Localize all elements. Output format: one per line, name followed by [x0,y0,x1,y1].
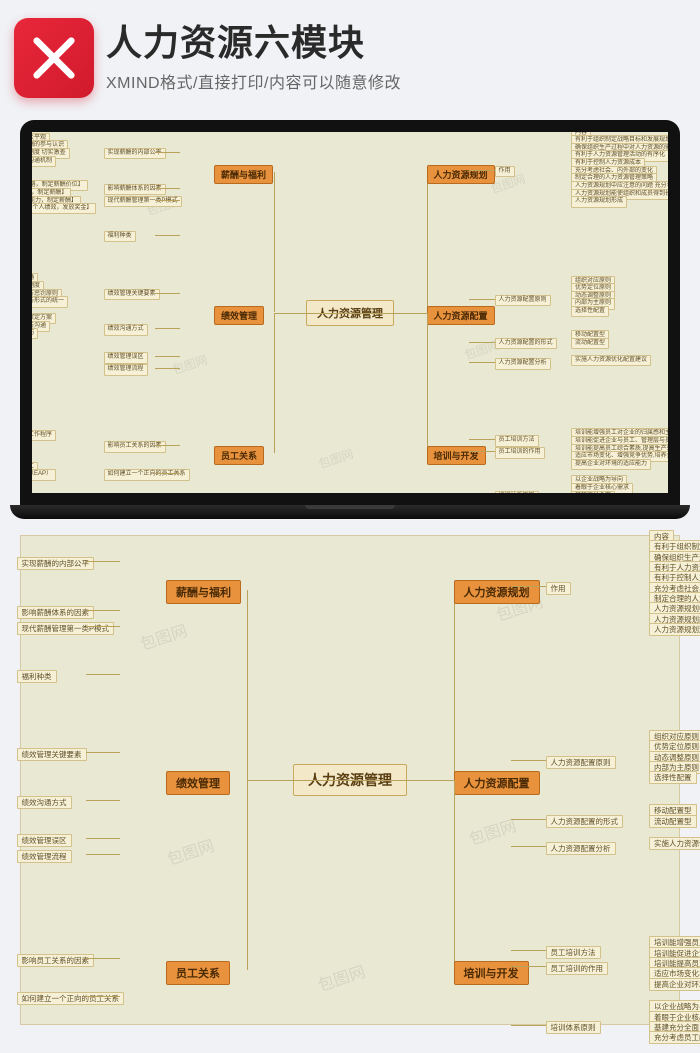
leaf-node: 提高企业对环境的适应能力 [649,978,700,991]
leaf-node: 流动配置型 [571,338,609,349]
watermark: 包图网 [163,832,216,870]
mindmap-small: 包图网包图网包图网包图网包图网人力资源管理薪酬与福利实现薪酬的内部公平建立并宣传… [32,132,668,493]
group-label: 员工培训的作用 [495,447,545,458]
group-label: 实现薪酬的内部公平 [17,557,95,570]
group-label: 培训体系原则 [546,1021,601,1034]
leaf-node: 有效的监督制度和沟通机制 [32,156,56,167]
leaf-node: 制定政策、规则和工作程序 [32,430,56,441]
group-label: 人力资源配置分析 [495,358,551,369]
branch-node: 绩效管理 [214,306,264,325]
leaf-node: 绩效面谈方式、技巧 [32,328,38,339]
group-label: 员工培训方法 [546,946,601,959]
group-label: 绩效管理关键要素 [104,289,160,300]
group-label: 影响员工关系的因素 [104,441,166,452]
group-label: 员工培训方法 [495,435,539,446]
group-label: 绩效管理误区 [104,352,148,363]
xmind-logo [14,18,94,98]
leaf-node: 注重绩效管理内容与形式的统一 [32,296,68,307]
branch-node: 人力资源规划 [454,580,540,604]
group-label: 培训体系原则 [495,491,539,493]
group-label: 如何建立一个正向的员工关系 [104,469,190,480]
page-title: 人力资源六模块 [106,23,686,63]
branch-node: 人力资源配置 [427,306,495,325]
group-label: 员工培训的作用 [546,962,609,975]
leaf-node: 人力资源规划形成 [571,196,627,207]
group-label: 绩效管理流程 [104,364,148,375]
group-label: 现代薪酬管理第一类P模式 [104,196,182,207]
branch-node: 薪酬与福利 [214,165,273,184]
watermark: 包图网 [170,351,209,378]
title-block: 人力资源六模块 XMIND格式/直接打印/内容可以随意修改 [106,23,686,93]
group-label: 绩效管理误区 [17,834,72,847]
laptop-screen: 包图网包图网包图网包图网包图网人力资源管理薪酬与福利实现薪酬的内部公平建立并宣传… [20,120,680,505]
laptop-base [10,505,690,519]
branch-node: 人力资源配置 [454,771,540,795]
group-label: 作用 [495,166,515,177]
group-label: 现代薪酬管理第一类P模式 [17,622,115,635]
branch-node: 绩效管理 [166,771,230,795]
leaf-node: 流动配置型 [649,815,697,828]
group-label: 福利种类 [17,670,57,683]
group-label: 绩效管理流程 [17,850,72,863]
leaf-node: 人力资源规划形成 [649,623,700,636]
watermark: 包图网 [316,445,355,472]
leaf-node: 实施人力资源优化配置建议 [649,837,700,850]
group-label: 绩效沟通方式 [17,796,72,809]
leaf-node: 实施人力资源优化配置建议 [571,355,651,366]
group-label: 人力资源配置的形式 [495,338,557,349]
group-label: 人力资源配置分析 [546,842,616,855]
group-label: 福利种类 [104,231,136,242]
group-label: 人力资源配置的形式 [546,815,624,828]
group-label: 绩效沟通方式 [104,324,148,335]
group-label: 人力资源配置原则 [546,756,616,769]
branch-node: 薪酬与福利 [166,580,241,604]
group-label: 实现薪酬的内部公平 [104,148,166,159]
branch-node: 员工关系 [166,961,230,985]
laptop-preview: 包图网包图网包图网包图网包图网人力资源管理薪酬与福利实现薪酬的内部公平建立并宣传… [20,120,680,519]
leaf-node: 提高企业对环境的适应能力 [571,459,651,470]
header: 人力资源六模块 XMIND格式/直接打印/内容可以随意修改 [0,0,700,110]
mindmap-full: 包图网包图网包图网包图网包图网人力资源管理薪酬与福利实现薪酬的内部公平建立并宣传… [20,535,680,1025]
branch-node: 人力资源规划 [427,165,495,184]
watermark: 包图网 [315,959,368,997]
branch-node: 培训与开发 [454,961,529,985]
leaf-node: Performance【根据个人绩效，发放奖金】 [32,203,96,214]
group-label: 影响员工关系的因素 [17,954,95,967]
group-label: 人力资源配置原则 [495,295,551,306]
leaf-node: 充分考虑员工的自我发展的需要 [649,1031,700,1044]
group-label: 作用 [546,582,571,595]
page-subtitle: XMIND格式/直接打印/内容可以随意修改 [106,69,686,93]
leaf-node: 基建充分全面 [571,491,615,493]
watermark: 包图网 [137,617,190,655]
leaf-node: 选择性配置 [571,306,609,317]
group-label: 绩效管理关键要素 [17,748,87,761]
leaf-node: 选择性配置 [649,771,697,784]
leaf-node: 建立员工帮助计划（EAP） [32,469,56,480]
group-label: 影响薪酬体系的因素 [104,184,166,195]
xmind-icon [31,35,77,81]
group-label: 影响薪酬体系的因素 [17,606,95,619]
group-label: 如何建立一个正向的员工关系 [17,992,125,1005]
branch-node: 员工关系 [214,446,264,465]
branch-node: 培训与开发 [427,446,486,465]
